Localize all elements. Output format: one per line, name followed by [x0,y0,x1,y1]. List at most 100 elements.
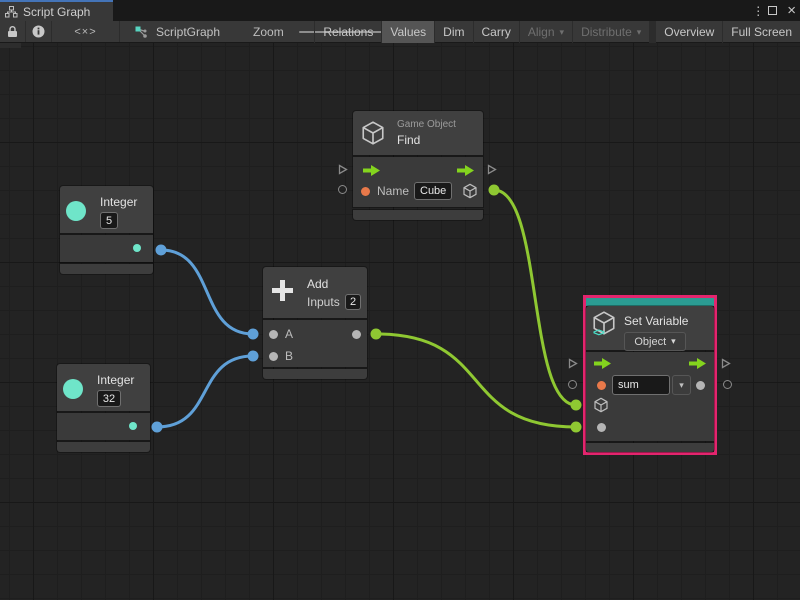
code-view-button[interactable]: <×> [52,21,120,42]
external-name-port[interactable] [568,380,577,389]
node-integer-2[interactable]: Integer 32 [57,364,150,452]
external-flow-out-port[interactable] [721,358,731,369]
inputs-count-field[interactable]: 2 [345,294,361,310]
wire-integer2-to-add-b[interactable] [157,356,253,427]
node-footer [353,210,483,220]
graph-toolbar: <×> ScriptGraph Zoom 1x Relations Values… [0,21,800,43]
flow-in-arrow[interactable] [363,165,380,176]
game-object-cube-icon [360,120,386,146]
variable-picker-button[interactable]: ▾ [672,375,691,395]
chevron-down-icon: ▾ [560,27,565,38]
name-label: Name [377,184,409,198]
integer-value-field[interactable]: 32 [97,390,121,407]
wire-endpoint[interactable] [152,422,163,433]
value-output-port[interactable] [696,381,705,390]
wire-integer1-to-add-a[interactable] [161,250,253,334]
node-title: Integer [97,373,134,387]
flow-out-arrow[interactable] [689,358,706,369]
wire-endpoint[interactable] [571,400,582,411]
dim-button[interactable]: Dim [434,21,472,43]
fullscreen-button[interactable]: Full Screen [722,21,800,43]
relations-button[interactable]: Relations [314,21,381,43]
node-footer [57,442,150,452]
node-footer [60,264,153,274]
integer-output-port[interactable] [129,422,137,430]
node-title: Integer [100,195,137,209]
graph-name-label: ScriptGraph [156,25,220,39]
close-icon[interactable]: × [787,6,796,16]
wire-endpoint[interactable] [571,422,582,433]
external-value-out-port[interactable] [723,380,732,389]
integer-literal-icon [66,201,86,221]
port-b-label: B [285,349,293,363]
distribute-button[interactable]: Distribute ▾ [572,21,649,43]
value-input-port[interactable] [597,423,606,432]
distribute-label: Distribute [581,25,632,39]
variable-scope-dropdown[interactable]: Object ▾ [624,332,686,351]
script-graph-window: Script Graph ⋮ × <×> [0,0,800,600]
external-flow-out-port[interactable] [487,164,497,175]
input-port-b[interactable] [269,352,278,361]
wire-endpoint[interactable] [248,351,259,362]
node-title: Find [397,133,420,147]
integer-value-field[interactable]: 5 [100,212,118,229]
graph-canvas[interactable]: Integer 5 Integer 32 [0,43,800,600]
maximize-icon[interactable] [768,6,777,15]
overview-button[interactable]: Overview [649,21,722,43]
carry-button[interactable]: Carry [473,21,519,43]
node-footer [263,369,367,379]
window-menu-icon[interactable]: ⋮ [752,4,758,18]
wire-endpoint[interactable] [489,185,500,196]
variable-name-port[interactable] [597,381,606,390]
values-button[interactable]: Values [381,21,434,43]
chevron-down-icon: ▾ [671,336,676,347]
code-badge: <> [593,327,604,339]
object-input-port[interactable] [593,397,609,413]
name-value-field[interactable]: Cube [414,182,452,200]
inspect-button[interactable] [26,21,52,42]
external-name-port[interactable] [338,185,347,194]
node-category: Game Object [397,119,456,130]
port-a-label: A [285,327,293,341]
scope-label: Object [634,336,666,348]
tab-script-graph[interactable]: Script Graph [0,0,113,21]
zoom-label: Zoom [253,25,284,39]
chevron-down-icon: ▾ [679,380,684,391]
title-bar: Script Graph ⋮ × [0,0,800,21]
external-flow-in-port[interactable] [568,358,578,369]
node-integer-1[interactable]: Integer 5 [60,186,153,274]
flow-out-arrow[interactable] [457,165,474,176]
add-icon [270,278,295,303]
integer-literal-icon [63,379,83,399]
gameobject-output-port[interactable] [462,183,478,199]
info-icon [32,25,45,38]
wire-endpoint[interactable] [371,329,382,340]
graph-tab-icon [5,6,18,18]
tab-title: Script Graph [23,5,90,19]
flow-in-arrow[interactable] [594,358,611,369]
inputs-label: Inputs [307,295,340,309]
variable-kind-strip [586,298,714,306]
external-flow-in-port[interactable] [338,164,348,175]
wire-add-to-setvariable-value[interactable] [376,334,576,427]
node-gameobject-find[interactable]: Game Object Find Name Cube [353,111,483,220]
script-graph-icon [134,25,149,39]
node-footer [586,443,714,452]
wire-endpoint[interactable] [156,245,167,256]
variable-name-field[interactable]: sum [612,375,670,395]
align-button[interactable]: Align ▾ [519,21,572,43]
lock-icon [7,26,18,38]
node-add[interactable]: Add Inputs 2 A B [263,267,367,380]
integer-output-port[interactable] [133,244,141,252]
node-title: Set Variable [624,314,688,328]
wire-find-to-setvariable-object[interactable] [494,190,576,405]
name-input-port[interactable] [361,187,370,196]
input-port-a[interactable] [269,330,278,339]
node-set-variable[interactable]: <> Set Variable Object ▾ sum [583,295,717,455]
lock-button[interactable] [0,21,26,42]
wire-endpoint[interactable] [248,329,259,340]
align-label: Align [528,25,555,39]
sum-output-port[interactable] [352,330,361,339]
chevron-down-icon: ▾ [637,27,642,38]
node-title: Add [307,277,328,291]
